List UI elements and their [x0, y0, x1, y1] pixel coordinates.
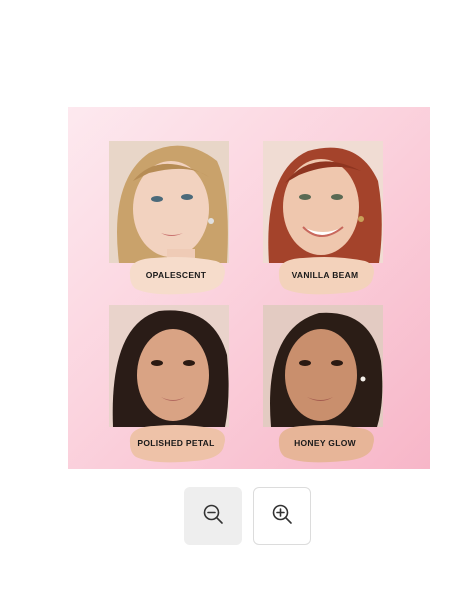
- shade-swatch-opalescent: OPALESCENT: [124, 253, 228, 297]
- shade-name-label: OPALESCENT: [145, 270, 207, 280]
- model-photo-polished-petal: [109, 305, 229, 427]
- zoom-in-button[interactable]: [253, 487, 311, 545]
- model-photo-opalescent: [109, 141, 229, 263]
- shade-name-label: VANILLA BEAM: [291, 270, 359, 280]
- product-image-viewer: OPALESCENT VANILLA BEAM POLISHED PETAL H…: [0, 0, 470, 600]
- shade-name-label: HONEY GLOW: [294, 438, 356, 448]
- product-image[interactable]: OPALESCENT VANILLA BEAM POLISHED PETAL H…: [68, 107, 430, 469]
- shade-name-label: POLISHED PETAL: [137, 438, 215, 448]
- shade-swatch-vanilla-beam: VANILLA BEAM: [273, 253, 377, 297]
- model-photo-vanilla-beam: [263, 141, 383, 263]
- model-photo-honey-glow: [263, 305, 383, 427]
- shade-swatch-polished-petal: POLISHED PETAL: [124, 421, 228, 465]
- zoom-in-icon: [271, 503, 293, 530]
- zoom-out-button[interactable]: [184, 487, 242, 545]
- zoom-out-icon: [202, 503, 224, 530]
- shade-swatch-honey-glow: HONEY GLOW: [273, 421, 377, 465]
- zoom-controls: [184, 487, 312, 547]
